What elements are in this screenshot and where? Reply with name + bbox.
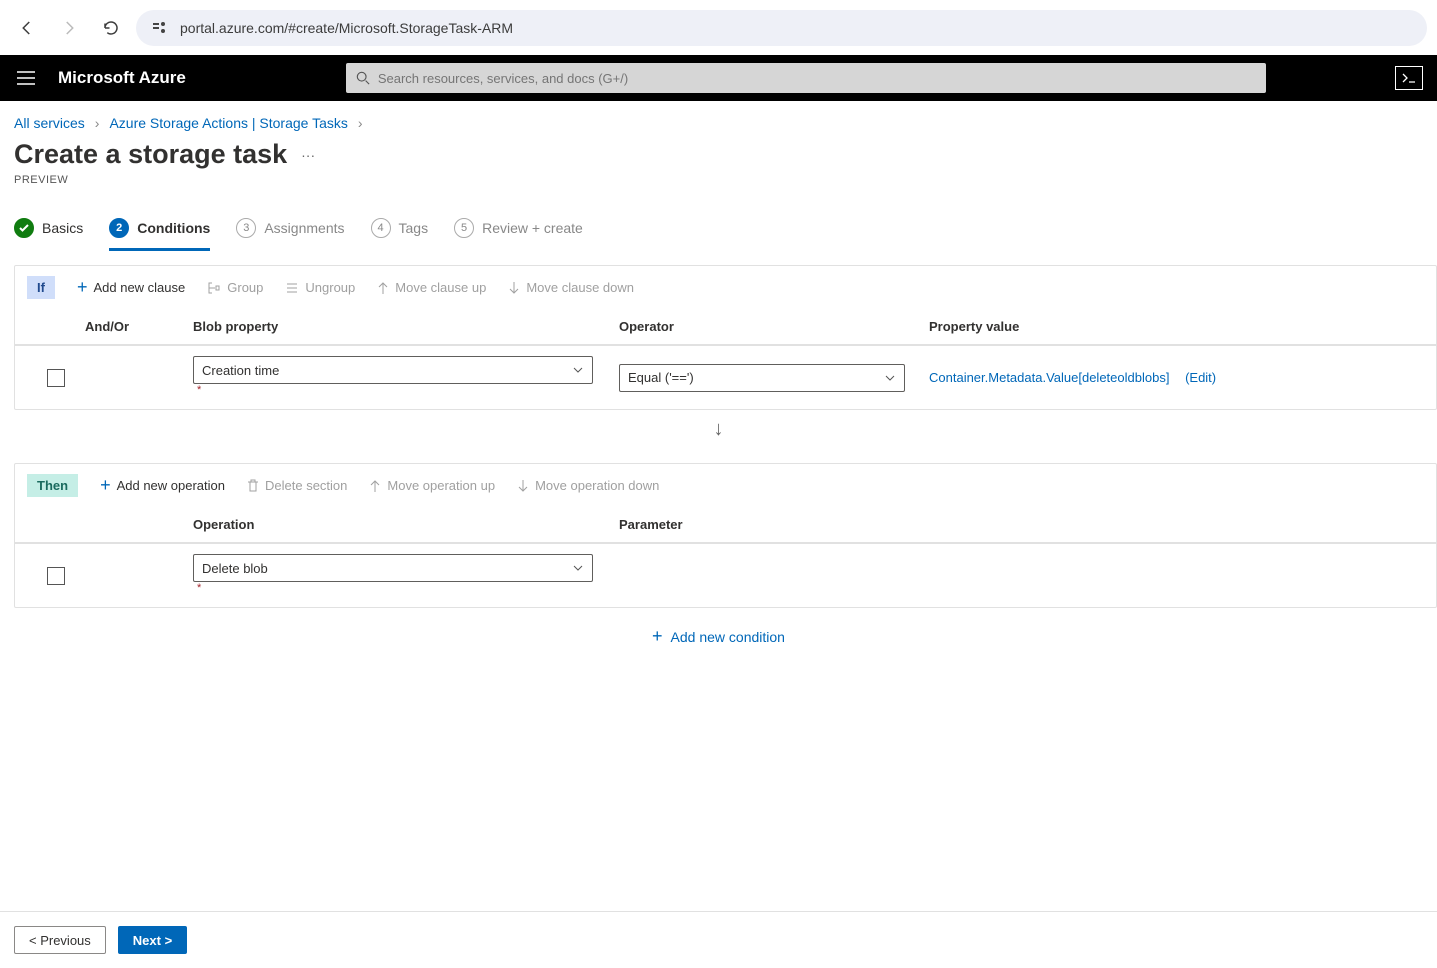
step-number: 5 [454,218,474,238]
tab-conditions[interactable]: 2 Conditions [109,210,210,251]
check-icon [14,218,34,238]
tab-assignments[interactable]: 3 Assignments [236,210,344,251]
url-text: portal.azure.com/#create/Microsoft.Stora… [180,20,513,36]
if-columns-header: And/Or Blob property Operator Property v… [15,309,1436,345]
plus-icon: + [652,626,663,647]
wizard-footer: < Previous Next > [0,911,1437,968]
more-actions-button[interactable]: ··· [301,147,315,163]
then-toolbar: Then + Add new operation Delete section … [15,464,1436,507]
if-panel: If + Add new clause Group Ungroup Move c… [14,265,1437,410]
site-info-icon[interactable] [150,18,170,38]
tab-label: Assignments [264,220,344,236]
required-marker: * [197,582,201,594]
move-operation-up-button[interactable]: Move operation up [369,478,495,493]
ungroup-button[interactable]: Ungroup [285,280,355,295]
back-button[interactable] [10,11,44,45]
azure-top-bar: Microsoft Azure [0,55,1437,101]
chevron-right-icon: › [358,115,363,131]
operation-row: Delete blob * [15,543,1436,607]
add-operation-button[interactable]: + Add new operation [100,475,225,496]
cloud-shell-icon [1401,72,1417,84]
operation-checkbox[interactable] [47,567,65,585]
operator-select[interactable]: Equal ('==') [619,364,905,392]
add-condition-button[interactable]: + Add new condition [652,626,785,647]
tab-label: Basics [42,220,83,236]
hamburger-menu[interactable] [14,66,38,90]
arrow-down-icon [508,281,520,295]
arrow-right-icon [60,19,78,37]
arrow-down-icon [517,479,529,493]
cloud-shell-button[interactable] [1395,66,1423,90]
clause-checkbox[interactable] [47,369,65,387]
step-number: 3 [236,218,256,238]
col-parameter: Parameter [619,517,929,532]
move-clause-up-button[interactable]: Move clause up [377,280,486,295]
arrow-up-icon [369,479,381,493]
search-icon [356,71,370,85]
flow-arrow-down-icon: ↓ [0,410,1437,449]
azure-logo[interactable]: Microsoft Azure [58,68,186,88]
clause-row: Creation time * Equal ('==') Container.M… [15,345,1436,409]
ungroup-icon [285,281,299,295]
col-operator: Operator [619,319,929,334]
group-button[interactable]: Group [207,280,263,295]
page-title: Create a storage task [14,139,287,170]
move-operation-down-button[interactable]: Move operation down [517,478,659,493]
property-value-link[interactable]: Container.Metadata.Value[deleteoldblobs] [929,370,1169,385]
url-bar[interactable]: portal.azure.com/#create/Microsoft.Stora… [136,10,1427,46]
blob-property-select[interactable]: Creation time [193,356,593,384]
tab-tags[interactable]: 4 Tags [371,210,429,251]
forward-button[interactable] [52,11,86,45]
group-icon [207,281,221,295]
breadcrumb-all-services[interactable]: All services [14,115,85,131]
reload-button[interactable] [94,11,128,45]
step-number: 4 [371,218,391,238]
arrow-up-icon [377,281,389,295]
edit-value-link[interactable]: (Edit) [1185,370,1216,385]
plus-icon: + [100,475,111,496]
tab-label: Conditions [137,220,210,236]
chevron-down-icon [572,562,584,574]
trash-icon [247,479,259,493]
search-input[interactable] [378,71,1256,86]
global-search[interactable] [346,63,1266,93]
delete-section-button[interactable]: Delete section [247,478,347,493]
tab-label: Tags [399,220,429,236]
required-marker: * [197,384,201,396]
chevron-down-icon [572,364,584,376]
step-number: 2 [109,218,129,238]
tab-basics[interactable]: Basics [14,210,83,251]
reload-icon [102,19,120,37]
chevron-right-icon: › [95,115,100,131]
col-andor: And/Or [85,319,193,334]
if-toolbar: If + Add new clause Group Ungroup Move c… [15,266,1436,309]
then-panel: Then + Add new operation Delete section … [14,463,1437,608]
hamburger-icon [17,71,35,85]
then-columns-header: Operation Parameter [15,507,1436,543]
col-operation: Operation [193,517,619,532]
col-blob-property: Blob property [193,319,619,334]
next-button[interactable]: Next > [118,926,187,954]
chevron-down-icon [884,372,896,384]
move-clause-down-button[interactable]: Move clause down [508,280,634,295]
breadcrumb: All services › Azure Storage Actions | S… [0,101,1437,137]
add-clause-button[interactable]: + Add new clause [77,277,185,298]
tab-review-create[interactable]: 5 Review + create [454,210,583,251]
browser-bar: portal.azure.com/#create/Microsoft.Stora… [0,0,1437,55]
then-tag: Then [27,474,78,497]
arrow-left-icon [18,19,36,37]
wizard-tabs: Basics 2 Conditions 3 Assignments 4 Tags… [0,204,1437,251]
operation-select[interactable]: Delete blob [193,554,593,582]
if-tag: If [27,276,55,299]
add-condition-row: + Add new condition [0,608,1437,665]
plus-icon: + [77,277,88,298]
tab-label: Review + create [482,220,583,236]
preview-badge: PREVIEW [0,172,1437,204]
title-row: Create a storage task ··· [0,137,1437,172]
breadcrumb-storage-tasks[interactable]: Azure Storage Actions | Storage Tasks [109,115,347,131]
previous-button[interactable]: < Previous [14,926,106,954]
col-property-value: Property value [929,319,1424,334]
